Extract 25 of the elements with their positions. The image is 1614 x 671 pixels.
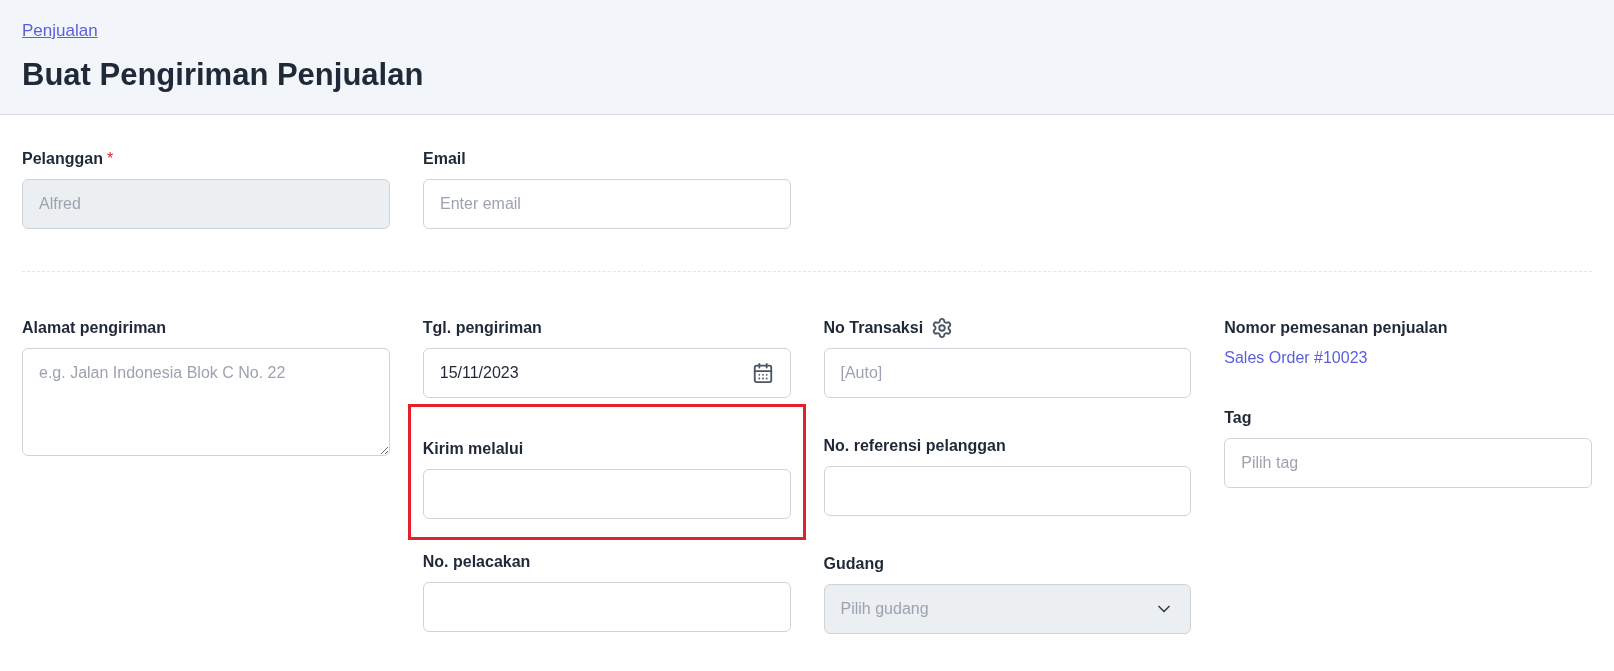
input-field[interactable]: Enter email (423, 179, 791, 229)
input-field[interactable]: [Auto] (823, 348, 1192, 398)
field-label: Nomor pemesanan penjualan (1224, 318, 1448, 338)
date-field[interactable]: 15/11/2023 (422, 348, 791, 398)
sales-order-link[interactable]: Sales Order #10023 (1224, 346, 1592, 370)
field-label: Tag (1224, 408, 1252, 428)
field-label: Kirim melalui (422, 439, 524, 459)
input-field[interactable] (823, 466, 1192, 516)
address-textarea[interactable]: e.g. Jalan Indonesia Blok C No. 22 (22, 348, 390, 456)
input-field[interactable] (422, 469, 791, 519)
input-field[interactable] (422, 582, 791, 632)
field-label: Tgl. pengiriman (422, 318, 542, 338)
settings-icon[interactable] (931, 317, 954, 339)
field-label: Gudang (823, 554, 884, 574)
field-label: No. referensi pelanggan (823, 436, 1006, 456)
field-label: Email (423, 149, 466, 169)
required-mark: * (106, 149, 114, 169)
field-label: Alamat pengiriman (22, 318, 167, 338)
calendar-icon[interactable] (751, 362, 774, 384)
field-label: No. pelacakan (422, 552, 531, 572)
field-label: Pelanggan (22, 149, 103, 169)
field-label: No Transaksi (823, 318, 924, 338)
page-title: Buat Pengiriman Penjualan (22, 55, 425, 94)
input-field[interactable]: Pilih tag (1224, 438, 1592, 488)
breadcrumb-link[interactable]: Penjualan (22, 21, 98, 40)
